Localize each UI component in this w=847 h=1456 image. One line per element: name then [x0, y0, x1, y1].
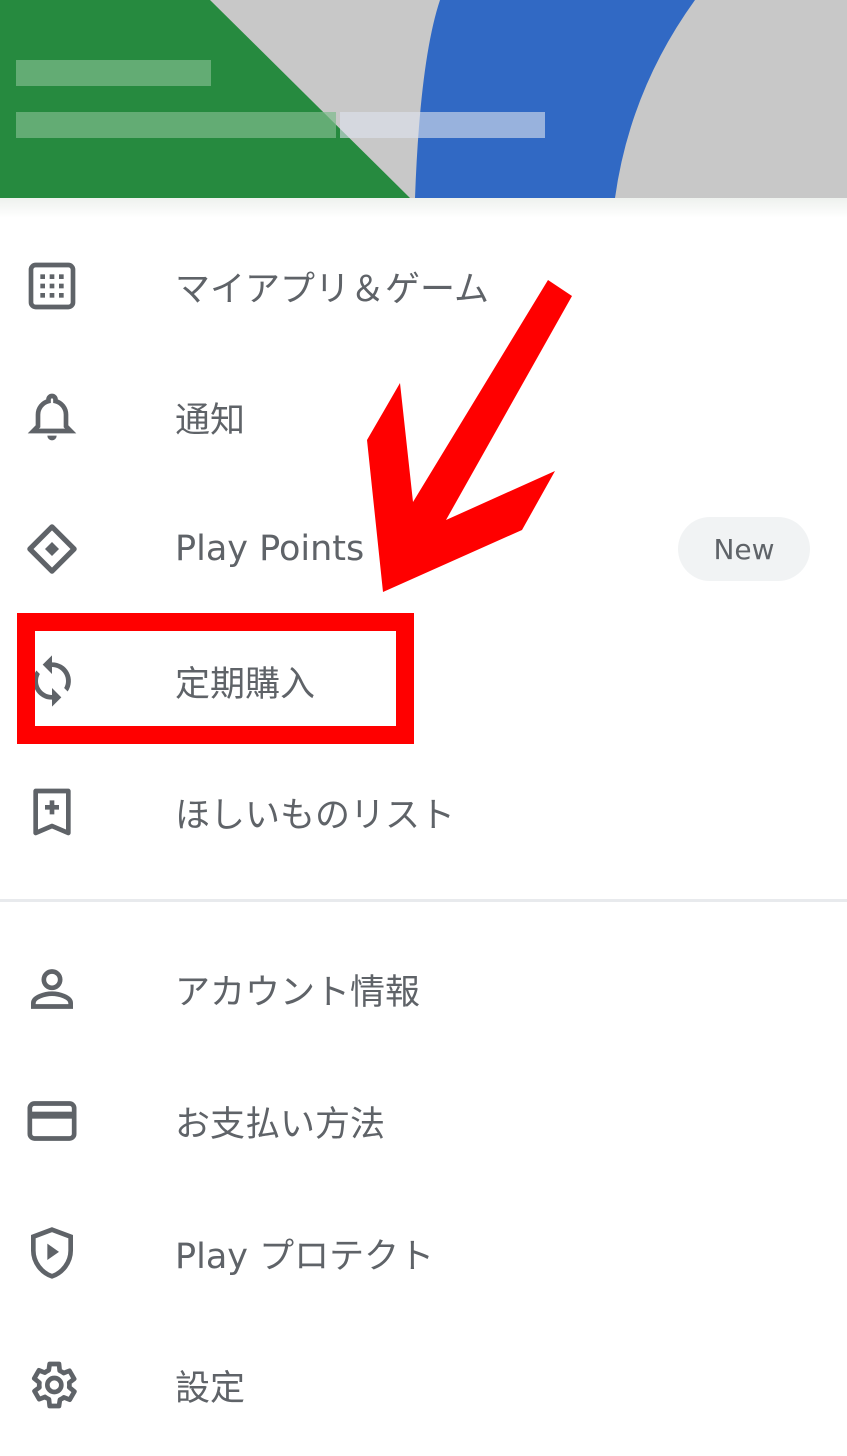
diamond-icon: [22, 519, 82, 579]
header-shadow: [0, 198, 847, 218]
gear-icon: [22, 1355, 82, 1415]
shield-play-icon: [22, 1223, 82, 1283]
menu-item-label: ほしいものリスト: [175, 795, 456, 836]
header-artwork: [0, 0, 847, 198]
menu-item-label: Play プロテクト: [175, 1236, 435, 1277]
sync-icon: [22, 651, 82, 711]
menu-item-label: マイアプリ＆ゲーム: [175, 269, 489, 310]
menu-item-payment[interactable]: お支払い方法: [0, 1061, 847, 1181]
menu-item-label: Play Points: [175, 529, 365, 569]
account-header-banner: [0, 0, 847, 198]
menu-item-settings[interactable]: 設定: [0, 1325, 847, 1445]
menu-item-label: アカウント情報: [175, 972, 421, 1013]
menu-item-label: お支払い方法: [175, 1104, 386, 1145]
menu-item-account[interactable]: アカウント情報: [0, 929, 847, 1049]
new-badge: New: [678, 517, 810, 581]
menu-item-play-protect[interactable]: Play プロテクト: [0, 1193, 847, 1313]
menu-item-notifications[interactable]: 通知: [0, 357, 847, 477]
credit-card-icon: [22, 1091, 82, 1151]
menu-item-subscriptions[interactable]: 定期購入: [0, 621, 847, 741]
menu-item-play-points[interactable]: Play Points New: [0, 489, 847, 609]
menu-item-wishlist[interactable]: ほしいものリスト: [0, 752, 847, 872]
person-icon: [22, 959, 82, 1019]
bell-icon: [22, 387, 82, 447]
menu-item-label: 通知: [175, 400, 246, 441]
bookmark-add-icon: [22, 782, 82, 842]
menu-item-my-apps[interactable]: マイアプリ＆ゲーム: [0, 226, 847, 346]
apps-grid-icon: [22, 256, 82, 316]
menu-item-label: 定期購入: [175, 664, 316, 705]
menu-item-label: 設定: [175, 1368, 246, 1409]
menu-divider: [0, 899, 847, 902]
